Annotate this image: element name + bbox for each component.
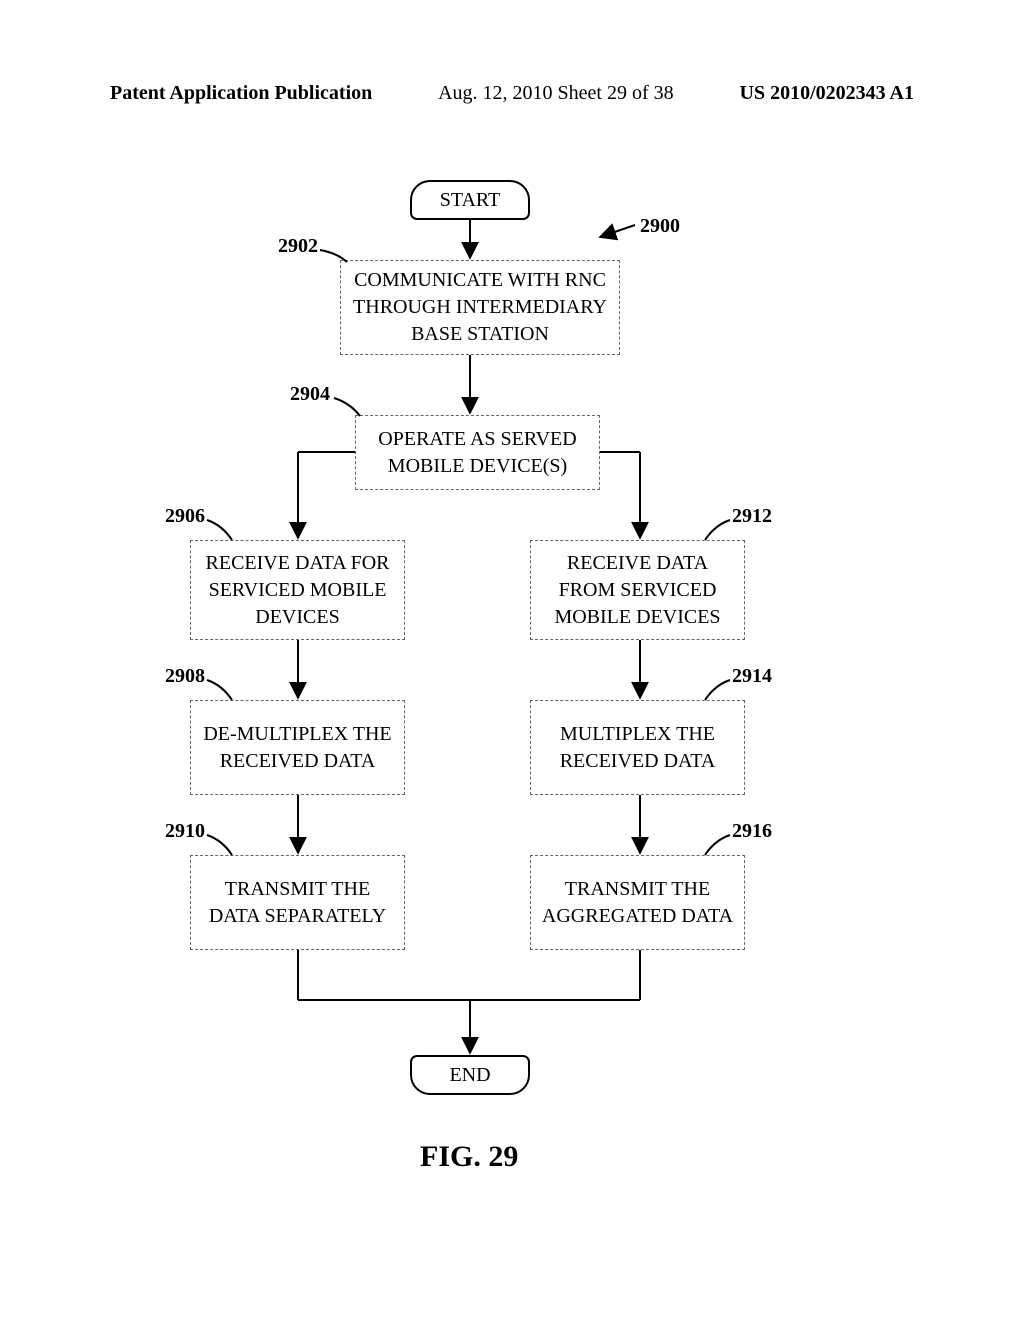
step-2902: COMMUNICATE WITH RNC THROUGH INTERMEDIAR… <box>340 260 620 355</box>
step-2914: MULTIPLEX THE RECEIVED DATA <box>530 700 745 795</box>
ref-2906: 2906 <box>165 505 205 528</box>
step-2916: TRANSMIT THE AGGREGATED DATA <box>530 855 745 950</box>
ref-2916: 2916 <box>732 820 772 843</box>
step-2910: TRANSMIT THE DATA SEPARATELY <box>190 855 405 950</box>
ref-2904: 2904 <box>290 383 330 406</box>
step-2908: DE-MULTIPLEX THE RECEIVED DATA <box>190 700 405 795</box>
step-2904: OPERATE AS SERVED MOBILE DEVICE(S) <box>355 415 600 490</box>
ref-2902: 2902 <box>278 235 318 258</box>
end-node: END <box>410 1055 530 1095</box>
start-node: START <box>410 180 530 220</box>
figure-label: FIG. 29 <box>420 1140 518 1174</box>
ref-2912: 2912 <box>732 505 772 528</box>
step-2906: RECEIVE DATA FOR SERVICED MOBILE DEVICES <box>190 540 405 640</box>
ref-2900: 2900 <box>640 215 680 238</box>
ref-2914: 2914 <box>732 665 772 688</box>
flowchart: START COMMUNICATE WITH RNC THROUGH INTER… <box>0 0 1024 1320</box>
ref-2910: 2910 <box>165 820 205 843</box>
step-2912: RECEIVE DATA FROM SERVICED MOBILE DEVICE… <box>530 540 745 640</box>
ref-2908: 2908 <box>165 665 205 688</box>
